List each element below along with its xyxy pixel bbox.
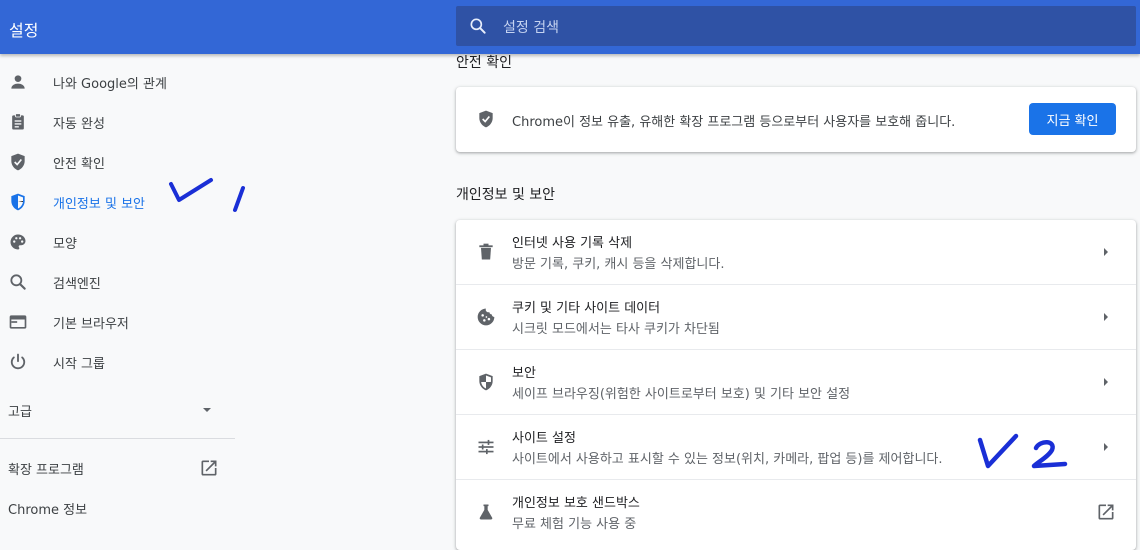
row-subtitle: 세이프 브라우징(위험한 사이트로부터 보호) 및 기타 보안 설정 xyxy=(512,387,851,402)
chevron-down-icon xyxy=(200,405,214,415)
advanced-label: 고급 xyxy=(8,405,32,420)
row-subtitle: 사이트에서 사용하고 표시할 수 있는 정보(위치, 카메라, 팝업 등)를 제… xyxy=(512,452,943,467)
sidebar-item-autofill[interactable]: 자동 완성 xyxy=(0,102,236,142)
safety-description: Chrome이 정보 유출, 유해한 확장 프로그램 등으로부터 사용자를 보호… xyxy=(512,115,956,130)
sidebar-item-label: 모양 xyxy=(53,237,77,252)
sidebar-item-about-chrome[interactable]: Chrome 정보 xyxy=(0,488,236,528)
tune-icon xyxy=(476,437,496,457)
safety-section-title: 안전 확인 xyxy=(456,55,512,71)
search-icon xyxy=(468,16,488,36)
row-clear-browsing-data[interactable]: 인터넷 사용 기록 삭제 방문 기록, 쿠키, 캐시 등을 삭제합니다. xyxy=(456,220,1136,285)
search-input[interactable]: 설정 검색 xyxy=(503,17,559,37)
shield-check-icon xyxy=(476,109,496,129)
sidebar-item-label: 기본 브라우저 xyxy=(53,317,129,332)
sidebar-item-label: 안전 확인 xyxy=(53,157,105,172)
flask-icon xyxy=(476,502,496,522)
person-icon xyxy=(8,72,28,92)
sidebar-item-privacy-security[interactable]: 개인정보 및 보안 xyxy=(0,182,236,222)
sidebar-item-label: 검색엔진 xyxy=(53,277,101,292)
extensions-label: 확장 프로그램 xyxy=(8,463,84,478)
cookie-icon xyxy=(476,307,496,327)
row-security[interactable]: 보안 세이프 브라우징(위험한 사이트로부터 보호) 및 기타 보안 설정 xyxy=(456,349,1136,415)
arrow-right-icon xyxy=(1098,244,1114,260)
row-cookies-site-data[interactable]: 쿠키 및 기타 사이트 데이터 시크릿 모드에서는 타사 쿠키가 차단됨 xyxy=(456,284,1136,350)
power-icon xyxy=(8,352,28,372)
row-title: 개인정보 보호 샌드박스 xyxy=(512,496,640,511)
row-title: 쿠키 및 기타 사이트 데이터 xyxy=(512,301,661,316)
sidebar-item-label: 개인정보 및 보안 xyxy=(53,197,145,212)
row-subtitle: 방문 기록, 쿠키, 캐시 등을 삭제합니다. xyxy=(512,257,725,272)
security-shield-icon xyxy=(476,372,496,392)
sidebar: 나와 Google의 관계 자동 완성 안전 확인 개인정보 및 보안 모양 검… xyxy=(0,54,236,537)
sidebar-item-on-startup[interactable]: 시작 그룹 xyxy=(0,342,236,382)
shield-blue-icon xyxy=(8,192,28,212)
sidebar-item-safety-check[interactable]: 안전 확인 xyxy=(0,142,236,182)
arrow-right-icon xyxy=(1098,374,1114,390)
about-chrome-label: Chrome 정보 xyxy=(8,503,88,518)
row-title: 보안 xyxy=(512,366,536,381)
open-in-new-icon xyxy=(1096,502,1116,522)
shield-check-icon xyxy=(8,152,28,172)
privacy-section-title: 개인정보 및 보안 xyxy=(456,187,556,203)
sidebar-item-extensions[interactable]: 확장 프로그램 xyxy=(0,448,236,488)
trash-icon xyxy=(476,242,496,262)
open-in-new-icon xyxy=(199,458,219,478)
sidebar-divider xyxy=(0,438,235,439)
arrow-right-icon xyxy=(1098,309,1114,325)
page-title: 설정 xyxy=(9,21,39,40)
row-privacy-sandbox[interactable]: 개인정보 보호 샌드박스 무료 체험 기능 사용 중 xyxy=(456,479,1136,545)
row-subtitle: 무료 체험 기능 사용 중 xyxy=(512,517,637,532)
arrow-right-icon xyxy=(1098,439,1114,455)
sidebar-item-default-browser[interactable]: 기본 브라우저 xyxy=(0,302,236,342)
search-icon xyxy=(8,272,28,292)
browser-icon xyxy=(8,312,28,332)
palette-icon xyxy=(8,232,28,252)
settings-header: 설정 설정 검색 xyxy=(0,0,1140,54)
row-subtitle: 시크릿 모드에서는 타사 쿠키가 차단됨 xyxy=(512,322,720,337)
sidebar-item-label: 시작 그룹 xyxy=(53,357,105,372)
sidebar-item-search-engine[interactable]: 검색엔진 xyxy=(0,262,236,302)
row-title: 사이트 설정 xyxy=(512,431,576,446)
row-title: 인터넷 사용 기록 삭제 xyxy=(512,236,633,251)
sidebar-item-label: 나와 Google의 관계 xyxy=(53,77,167,92)
sidebar-item-you-and-google[interactable]: 나와 Google의 관계 xyxy=(0,62,236,102)
sidebar-advanced-toggle[interactable]: 고급 xyxy=(0,390,236,430)
sidebar-item-appearance[interactable]: 모양 xyxy=(0,222,236,262)
privacy-security-card: 인터넷 사용 기록 삭제 방문 기록, 쿠키, 캐시 등을 삭제합니다. 쿠키 … xyxy=(456,220,1136,550)
row-site-settings[interactable]: 사이트 설정 사이트에서 사용하고 표시할 수 있는 정보(위치, 카메라, 팝… xyxy=(456,414,1136,480)
check-now-button[interactable]: 지금 확인 xyxy=(1029,103,1116,135)
clipboard-icon xyxy=(8,112,28,132)
settings-search-box[interactable]: 설정 검색 xyxy=(456,6,1136,46)
safety-check-card: Chrome이 정보 유출, 유해한 확장 프로그램 등으로부터 사용자를 보호… xyxy=(456,87,1136,152)
sidebar-item-label: 자동 완성 xyxy=(53,117,105,132)
